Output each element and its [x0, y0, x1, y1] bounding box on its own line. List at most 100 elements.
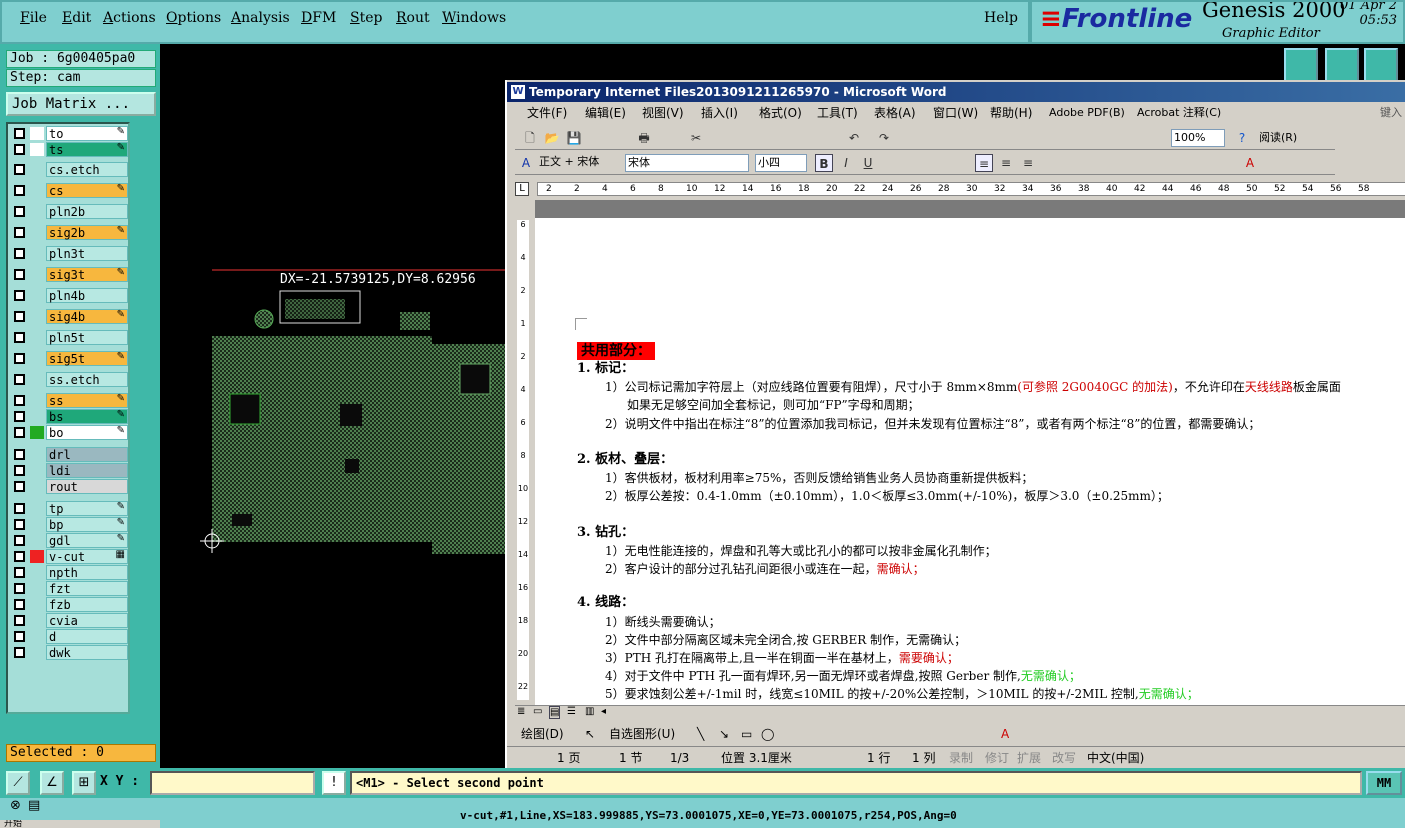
layer-name[interactable]: ldi: [46, 463, 128, 478]
layer-swatch[interactable]: [30, 534, 44, 547]
layer-row[interactable]: pln2b: [10, 204, 128, 219]
menu-step[interactable]: Step: [350, 10, 382, 26]
layer-name[interactable]: dwk: [46, 645, 128, 660]
layer-row[interactable]: tp ✎: [10, 501, 128, 516]
layer-swatch[interactable]: [30, 143, 44, 156]
status-trk[interactable]: 修订: [985, 747, 1009, 768]
save-icon[interactable]: 💾: [565, 129, 583, 147]
grid-tool-icon[interactable]: ⊞: [72, 771, 96, 795]
word-help-box[interactable]: 键入: [1380, 103, 1402, 123]
word-menu-tools[interactable]: 工具(T): [817, 103, 858, 123]
house-icon[interactable]: [1364, 48, 1398, 82]
autoshape-menu[interactable]: 自选图形(U): [609, 723, 675, 745]
layer-swatch[interactable]: [30, 184, 44, 197]
underline-button[interactable]: U: [859, 154, 877, 172]
layer-row[interactable]: sig3t ✎: [10, 267, 128, 282]
font-color-icon[interactable]: A: [1241, 154, 1259, 172]
layer-checkbox[interactable]: [14, 567, 25, 578]
print-icon[interactable]: 🖶: [635, 129, 653, 147]
layer-swatch[interactable]: [30, 331, 44, 344]
xy-input[interactable]: [150, 771, 315, 795]
graphics-canvas[interactable]: DX=-21.5739125,DY=8.62956: [160, 44, 505, 768]
document-page[interactable]: 共用部分： 1. 标记： 1）公司标记需加字符层上（对应线路位置要有阻焊），尺寸…: [535, 218, 1405, 705]
word-menu-acrobat[interactable]: Acrobat 注释(C): [1137, 103, 1221, 123]
layer-row[interactable]: bs ✎: [10, 409, 128, 424]
layer-checkbox[interactable]: [14, 144, 25, 155]
layer-name[interactable]: drl: [46, 447, 128, 462]
layer-checkbox[interactable]: [14, 615, 25, 626]
draw-menu[interactable]: 绘图(D): [521, 723, 564, 745]
layer-name[interactable]: pln5t: [46, 330, 128, 345]
layer-row[interactable]: ss.etch: [10, 372, 128, 387]
layer-row[interactable]: ss ✎: [10, 393, 128, 408]
layer-swatch[interactable]: [30, 518, 44, 531]
layer-row[interactable]: pln4b: [10, 288, 128, 303]
line-icon[interactable]: ╲: [697, 723, 704, 745]
arrow-icon[interactable]: ↘: [719, 723, 729, 745]
document-icon[interactable]: ▤: [28, 798, 40, 813]
layer-name[interactable]: pln2b: [46, 204, 128, 219]
layer-name[interactable]: cvia: [46, 613, 128, 628]
status-ovr[interactable]: 改写: [1052, 747, 1076, 768]
layer-swatch[interactable]: [30, 646, 44, 659]
layer-row[interactable]: v-cut ▦: [10, 549, 128, 564]
size-select[interactable]: 小四: [755, 154, 807, 172]
menu-help[interactable]: Help: [984, 10, 1018, 26]
angle-tool-icon[interactable]: ∠: [40, 771, 64, 795]
layer-swatch[interactable]: [30, 566, 44, 579]
layer-checkbox[interactable]: [14, 269, 25, 280]
layer-checkbox[interactable]: [14, 481, 25, 492]
font-select[interactable]: 宋体: [625, 154, 749, 172]
bold-button[interactable]: B: [815, 154, 833, 172]
menu-analysis[interactable]: Analysis: [231, 10, 290, 26]
layer-checkbox[interactable]: [14, 164, 25, 175]
layer-row[interactable]: gdl ✎: [10, 533, 128, 548]
layer-checkbox[interactable]: [14, 411, 25, 422]
layer-swatch[interactable]: [30, 289, 44, 302]
layer-row[interactable]: ts ✎: [10, 142, 128, 157]
layer-checkbox[interactable]: [14, 311, 25, 322]
layer-swatch[interactable]: [30, 205, 44, 218]
tab-stop-icon[interactable]: L: [515, 182, 529, 196]
align-left-button[interactable]: ≡: [975, 154, 993, 172]
word-menu-table[interactable]: 表格(A): [874, 103, 916, 123]
select-arrow-icon[interactable]: ↖: [585, 723, 595, 745]
layer-row[interactable]: sig5t ✎: [10, 351, 128, 366]
word-menu-window[interactable]: 窗口(W): [933, 103, 978, 123]
reading-view-icon[interactable]: ▥: [585, 706, 594, 717]
layer-checkbox[interactable]: [14, 332, 25, 343]
normal-view-icon[interactable]: ≣: [517, 706, 525, 717]
menu-file[interactable]: File: [20, 10, 47, 26]
align-center-button[interactable]: ≡: [997, 154, 1015, 172]
layer-name[interactable]: d: [46, 629, 128, 644]
word-menu-view[interactable]: 视图(V): [642, 103, 684, 123]
print-view-icon[interactable]: ▤: [549, 706, 561, 719]
menu-dfm[interactable]: DFM: [301, 10, 336, 26]
menu-edit[interactable]: Edit: [62, 10, 91, 26]
layer-row[interactable]: cvia: [10, 613, 128, 628]
oval-icon[interactable]: ◯: [761, 723, 774, 745]
layer-checkbox[interactable]: [14, 551, 25, 562]
layer-checkbox[interactable]: [14, 535, 25, 546]
layer-row[interactable]: cs ✎: [10, 183, 128, 198]
layer-row[interactable]: sig4b ✎: [10, 309, 128, 324]
menu-rout[interactable]: Rout: [396, 10, 430, 26]
layer-checkbox[interactable]: [14, 353, 25, 364]
close-icon[interactable]: ⊗: [10, 798, 21, 813]
web-view-icon[interactable]: ▭: [533, 706, 542, 717]
layer-name[interactable]: fzt: [46, 581, 128, 596]
layer-row[interactable]: to ✎: [10, 126, 128, 141]
word-titlebar[interactable]: W Temporary Internet Files20130912112659…: [507, 82, 1405, 102]
layer-row[interactable]: rout: [10, 479, 128, 494]
status-ext[interactable]: 扩展: [1017, 747, 1041, 768]
open-icon[interactable]: 📂: [543, 129, 561, 147]
layer-swatch[interactable]: [30, 247, 44, 260]
layer-row[interactable]: bp ✎: [10, 517, 128, 532]
word-menu-file[interactable]: 文件(F): [527, 103, 567, 123]
cut-icon[interactable]: ✂: [687, 129, 705, 147]
layer-row[interactable]: npth: [10, 565, 128, 580]
layer-row[interactable]: cs.etch: [10, 162, 128, 177]
scroll-left-icon[interactable]: ◂: [601, 706, 606, 717]
status-rec[interactable]: 录制: [949, 747, 973, 768]
word-menu-edit[interactable]: 编辑(E): [585, 103, 626, 123]
